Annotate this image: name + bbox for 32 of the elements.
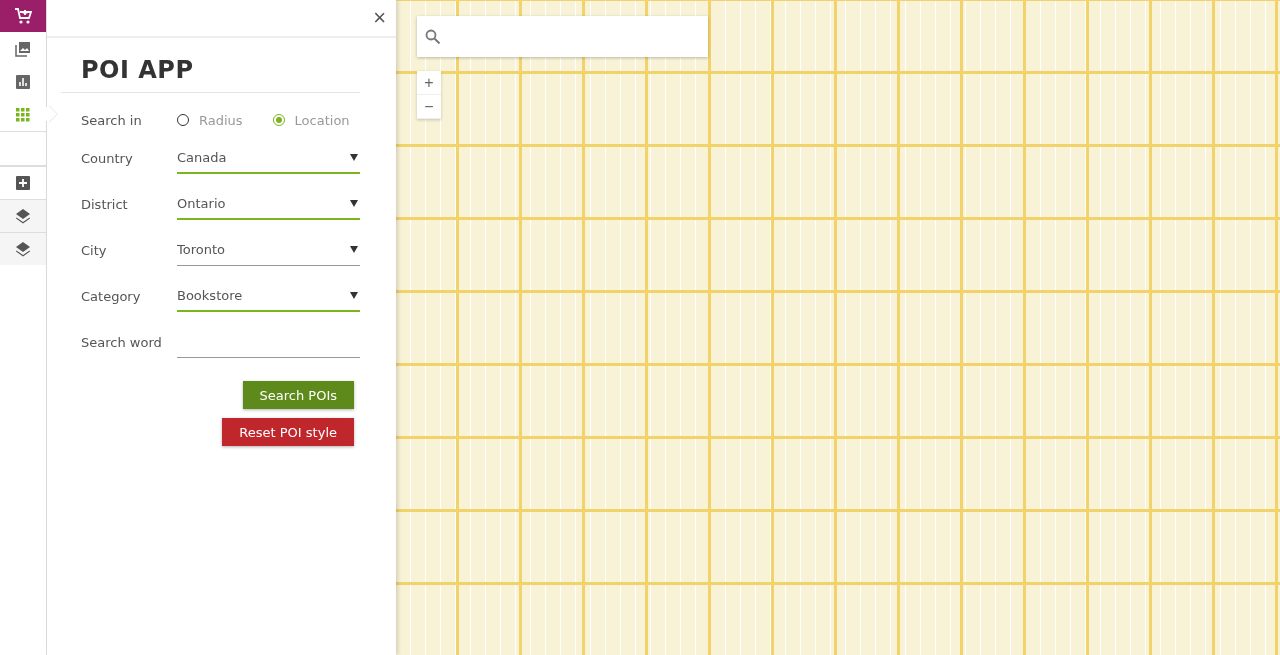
cart-icon [14, 7, 32, 25]
field-label: City [81, 242, 108, 258]
zoom-in-button[interactable]: + [417, 71, 441, 95]
bar-chart-icon [16, 74, 30, 89]
dropdown-field[interactable]: Toronto [177, 234, 360, 266]
dropdown-field[interactable]: Ontario [177, 188, 360, 220]
dropdown-field[interactable]: Bookstore [177, 280, 360, 312]
map-search-field[interactable] [417, 16, 708, 57]
close-button[interactable]: × [363, 7, 396, 29]
sidebar-item[interactable] [0, 0, 46, 32]
caret-icon [350, 246, 358, 253]
add-icon [16, 176, 30, 190]
reset-button[interactable]: Reset POI style [222, 418, 354, 446]
caret-icon [350, 153, 358, 161]
layers-icon [15, 208, 31, 224]
sidebar-item[interactable] [0, 199, 46, 232]
field-label: Search word [81, 334, 163, 350]
caret-icon [350, 291, 358, 299]
search-button[interactable]: Search POIs [242, 381, 354, 409]
grid-icon [16, 107, 30, 122]
field-label: District [81, 196, 129, 212]
search-icon [425, 28, 441, 45]
panel-title: POI APP [81, 56, 195, 86]
gallery-icon [15, 40, 31, 57]
sidebar-item[interactable] [0, 232, 46, 265]
dropdown-field[interactable]: Canada [177, 142, 360, 174]
field-label: Country [81, 150, 134, 166]
layers-icon [15, 241, 31, 257]
field-label: Category [81, 288, 142, 304]
field-label: Search in [81, 112, 143, 128]
zoom-out-button[interactable]: − [417, 95, 441, 119]
caret-icon [350, 199, 358, 207]
